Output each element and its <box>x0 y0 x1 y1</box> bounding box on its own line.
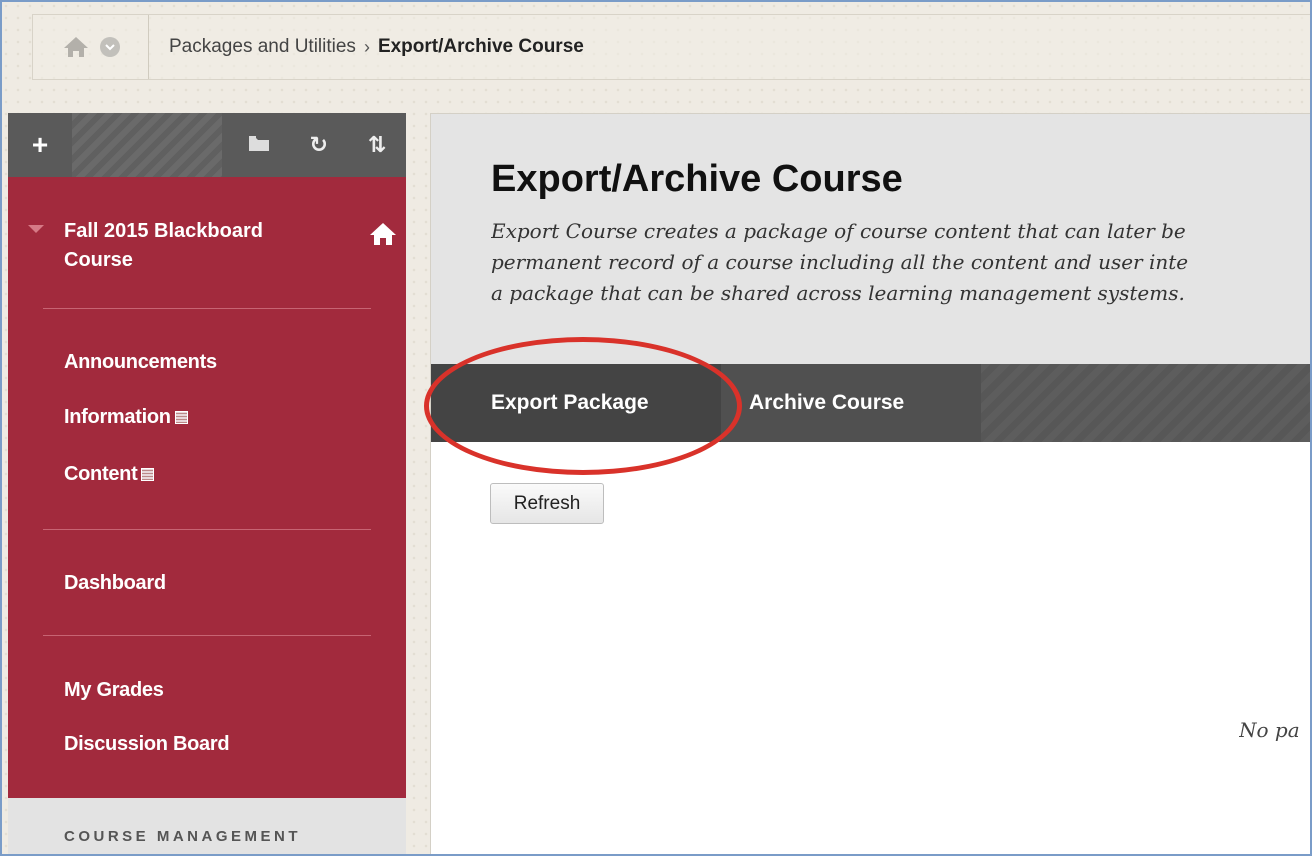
content-area-icon <box>174 411 188 424</box>
tab-archive-course[interactable]: Archive Course <box>721 364 981 442</box>
sidebar-item-information[interactable]: Information <box>64 406 188 429</box>
page-description: Export Course creates a package of cours… <box>491 216 1312 309</box>
sidebar-item-label: Content <box>64 463 138 485</box>
tab-bar-filler <box>981 364 1312 442</box>
refresh-icon[interactable]: ↻ <box>310 132 328 158</box>
main-content: Export/Archive Course Export Course crea… <box>430 113 1312 856</box>
sidebar-item-dashboard[interactable]: Dashboard <box>64 572 166 595</box>
sidebar-item-label: Dashboard <box>64 572 166 594</box>
course-home-icon[interactable] <box>368 221 398 247</box>
course-title-line: Fall 2015 Blackboard <box>64 220 263 242</box>
page-header: Export/Archive Course Export Course crea… <box>431 114 1312 364</box>
sidebar-item-label: My Grades <box>64 679 164 701</box>
course-title-line: Course <box>64 249 133 271</box>
breadcrumb-home[interactable] <box>33 15 149 79</box>
breadcrumb-separator: › <box>363 36 370 57</box>
collapse-triangle-icon[interactable] <box>28 225 44 233</box>
sidebar-item-my-grades[interactable]: My Grades <box>64 679 164 702</box>
course-menu-toolbar: + ↻ ⇅ <box>8 113 406 177</box>
course-management-header: COURSE MANAGEMENT <box>8 798 406 856</box>
toolbar-stripe <box>72 113 222 177</box>
breadcrumb-current: Export/Archive Course <box>377 36 584 57</box>
breadcrumb-trail: Packages and Utilities › Export/Archive … <box>149 36 584 58</box>
home-icon[interactable] <box>62 35 90 59</box>
menu-divider <box>43 308 371 309</box>
tab-export-package[interactable]: Export Package <box>431 364 721 442</box>
sidebar-item-discussion-board[interactable]: Discussion Board <box>64 733 230 756</box>
empty-list-message: No pa <box>1239 718 1300 742</box>
folder-view-icon[interactable] <box>248 132 270 158</box>
sidebar-item-label: Discussion Board <box>64 733 230 755</box>
course-menu-tools: ↻ ⇅ <box>222 132 406 158</box>
sidebar-item-label: Information <box>64 406 171 428</box>
description-line: permanent record of a course including a… <box>491 250 1189 274</box>
breadcrumb-parent-link[interactable]: Packages and Utilities <box>169 36 356 58</box>
description-line: a package that can be shared across lear… <box>491 281 1185 305</box>
course-management-label: COURSE MANAGEMENT <box>64 828 302 845</box>
course-menu: + ↻ ⇅ Fall 2015 Blackboard Course Announ… <box>8 113 406 856</box>
content-area-icon <box>141 468 155 481</box>
tab-bar: Export Package Archive Course <box>431 364 1312 442</box>
menu-divider <box>43 529 371 530</box>
refresh-button[interactable]: Refresh <box>490 483 604 524</box>
sidebar-item-content[interactable]: Content <box>64 463 155 486</box>
chevron-down-icon[interactable] <box>99 37 120 57</box>
breadcrumb: Packages and Utilities › Export/Archive … <box>32 14 1312 80</box>
sidebar-item-announcements[interactable]: Announcements <box>64 351 217 374</box>
add-menu-item-button[interactable]: + <box>8 113 72 177</box>
description-line: Export Course creates a package of cours… <box>491 219 1186 243</box>
sidebar-item-label: Announcements <box>64 351 217 373</box>
reorder-icon[interactable]: ⇅ <box>368 132 386 158</box>
page-title: Export/Archive Course <box>491 158 903 200</box>
course-title[interactable]: Fall 2015 Blackboard Course <box>64 217 263 275</box>
menu-divider <box>43 635 371 636</box>
